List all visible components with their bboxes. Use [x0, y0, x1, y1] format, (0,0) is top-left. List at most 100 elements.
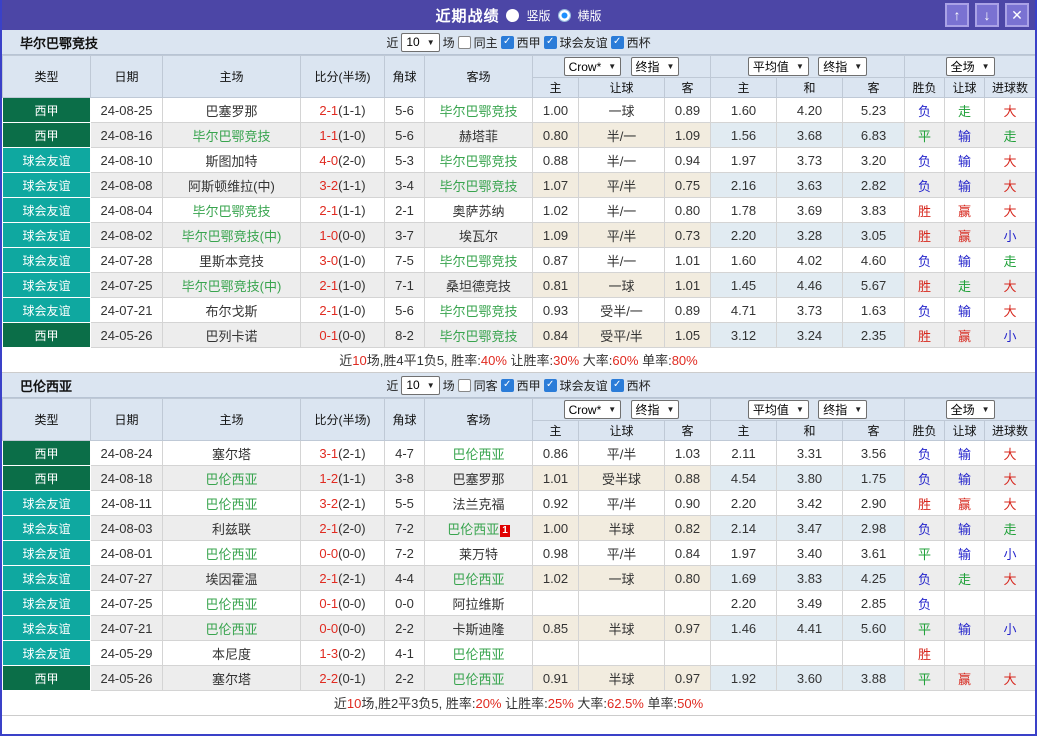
odds-index-select[interactable]: 终指 ▼ — [630, 399, 680, 419]
summary-segment: 大率: — [579, 353, 613, 368]
fulltime-score: 0-1 — [319, 327, 339, 343]
match-date: 24-08-08 — [90, 172, 163, 198]
col-header-odds-handicap: 让球 — [578, 420, 665, 441]
league-cup-label[interactable]: 西杯 — [627, 377, 651, 394]
odds-away: 0.80 — [663, 197, 712, 223]
result-goals: 大 — [984, 172, 1035, 198]
corner-count: 8-2 — [384, 322, 425, 348]
result-outcome: 负 — [904, 465, 946, 491]
match-type-badge: 球会友谊 — [2, 615, 91, 641]
matches-table: 类型 日期 主场 比分(半场) 角球 客场 Crow* ▼ 终指 ▼ 平均值 ▼ 终指… — [2, 55, 1035, 348]
league-laliga-label[interactable]: 西甲 — [517, 34, 541, 51]
odds-home: 0.87 — [532, 247, 579, 273]
league-laliga-checkbox[interactable]: ✓ — [500, 35, 514, 49]
odds-away: 0.94 — [663, 147, 712, 173]
match-score: 0-0(0-0) — [300, 540, 385, 566]
col-header-away: 客场 — [424, 398, 533, 441]
col-header-date: 日期 — [90, 398, 163, 441]
league-cup-label[interactable]: 西杯 — [627, 34, 651, 51]
fulltime-score: 2-1 — [319, 202, 339, 218]
odds-index-select[interactable]: 终指 ▼ — [630, 56, 680, 76]
same-venue-label[interactable]: 同客 — [474, 377, 498, 394]
corner-count: 5-6 — [384, 97, 425, 123]
odds-away: 0.75 — [663, 172, 712, 198]
avg-draw: 3.60 — [776, 665, 844, 691]
table-row: 球会友谊 24-08-01 巴伦西亚 0-0(0-0) 7-2 莱万特 0.98 平/半 0.8… — [2, 540, 1035, 566]
halftime-score: (0-0) — [338, 595, 366, 611]
home-team: 埃因霍温 — [162, 565, 301, 591]
match-date: 24-08-03 — [90, 515, 163, 541]
table-row: 球会友谊 24-07-28 里斯本竞技 3-0(1-0) 7-5 毕尔巴鄂竞技 0.87 半/… — [2, 247, 1035, 273]
away-team: 卡斯迪隆 — [424, 615, 533, 641]
fulltime-score: 2-1 — [319, 570, 339, 586]
odds-handicap — [578, 590, 665, 616]
same-venue-checkbox[interactable] — [457, 378, 471, 392]
match-date: 24-05-29 — [90, 640, 163, 666]
halftime-score: (1-1) — [338, 102, 366, 118]
away-team: 巴伦西亚 — [424, 640, 533, 666]
scope-select[interactable]: 全场 ▼ — [945, 400, 995, 419]
league-laliga-checkbox[interactable]: ✓ — [500, 378, 514, 392]
recent-count-select[interactable]: 10 ▼ — [401, 32, 440, 52]
result-outcome: 负 — [904, 297, 946, 323]
result-outcome: 胜 — [904, 222, 946, 248]
league-cup-checkbox[interactable]: ✓ — [610, 35, 624, 49]
result-handicap — [944, 640, 986, 666]
col-header-avg-draw: 和 — [776, 77, 844, 98]
result-goals — [984, 590, 1035, 616]
odds-away — [663, 640, 712, 666]
away-team: 巴伦西亚 — [424, 440, 533, 466]
near-label: 近 — [386, 35, 399, 50]
halftime-score: (1-0) — [338, 277, 366, 293]
odds-home: 1.01 — [532, 465, 579, 491]
away-team: 毕尔巴鄂竞技 — [424, 247, 533, 273]
fulltime-score: 2-1 — [319, 277, 339, 293]
league-friendly-label[interactable]: 球会友谊 — [560, 34, 608, 51]
result-handicap: 输 — [944, 247, 986, 273]
avg-index-select[interactable]: 终指 ▼ — [818, 400, 868, 419]
result-outcome: 平 — [904, 122, 946, 148]
avg-source-select[interactable]: 平均值 ▼ — [747, 400, 809, 419]
match-type-badge: 球会友谊 — [2, 147, 91, 173]
league-cup-checkbox[interactable]: ✓ — [610, 378, 624, 392]
col-header-score: 比分(半场) — [300, 55, 385, 98]
league-friendly-checkbox[interactable]: ✓ — [543, 35, 557, 49]
avg-home: 2.14 — [710, 515, 778, 541]
avg-index-select[interactable]: 终指 ▼ — [818, 57, 868, 76]
fulltime-score: 3-0 — [319, 252, 339, 268]
scope-select[interactable]: 全场 ▼ — [945, 57, 995, 76]
scope-value: 全场 — [950, 60, 975, 74]
vertical-layout-label[interactable]: 竖版 — [526, 7, 550, 24]
move-down-button[interactable]: ↓ — [975, 3, 999, 27]
odds-source-select[interactable]: Crow* ▼ — [563, 400, 622, 420]
odds-source-select[interactable]: Crow* ▼ — [563, 57, 622, 77]
corner-count: 0-0 — [384, 590, 425, 616]
vertical-layout-radio[interactable] — [506, 8, 520, 22]
avg-source-select[interactable]: 平均值 ▼ — [747, 57, 809, 76]
result-goals — [984, 640, 1035, 666]
horizontal-layout-radio[interactable] — [557, 8, 571, 22]
away-team: 毕尔巴鄂竞技 — [424, 322, 533, 348]
result-outcome: 胜 — [904, 272, 946, 298]
match-date: 24-07-21 — [90, 615, 163, 641]
fulltime-score: 1-0 — [319, 227, 339, 243]
league-friendly-label[interactable]: 球会友谊 — [560, 377, 608, 394]
fulltime-score: 2-1 — [319, 520, 339, 536]
odds-away: 0.88 — [663, 465, 712, 491]
league-friendly-checkbox[interactable]: ✓ — [543, 378, 557, 392]
same-venue-label[interactable]: 同主 — [474, 34, 498, 51]
move-up-button[interactable]: ↑ — [945, 3, 969, 27]
table-row: 西甲 24-08-25 巴塞罗那 2-1(1-1) 5-6 毕尔巴鄂竞技 1.00 一球 0.8… — [2, 97, 1035, 123]
same-venue-checkbox[interactable] — [457, 35, 471, 49]
table-row: 球会友谊 24-07-25 毕尔巴鄂竞技(中) 2-1(1-0) 7-1 桑坦德竞技 0.8… — [2, 272, 1035, 298]
avg-draw: 3.24 — [776, 322, 844, 348]
odds-handicap: 半球 — [578, 515, 665, 541]
result-outcome: 负 — [904, 172, 946, 198]
filter-controls: 近 10 ▼ 场 同主 ✓ 西甲 ✓ 球会友谊 ✓ 西杯 — [386, 32, 651, 52]
odds-home: 1.00 — [532, 97, 579, 123]
recent-count-select[interactable]: 10 ▼ — [401, 375, 440, 395]
close-button[interactable]: ✕ — [1005, 3, 1029, 27]
near-label: 近 — [386, 378, 399, 393]
league-laliga-label[interactable]: 西甲 — [517, 377, 541, 394]
horizontal-layout-label[interactable]: 横版 — [578, 7, 602, 24]
